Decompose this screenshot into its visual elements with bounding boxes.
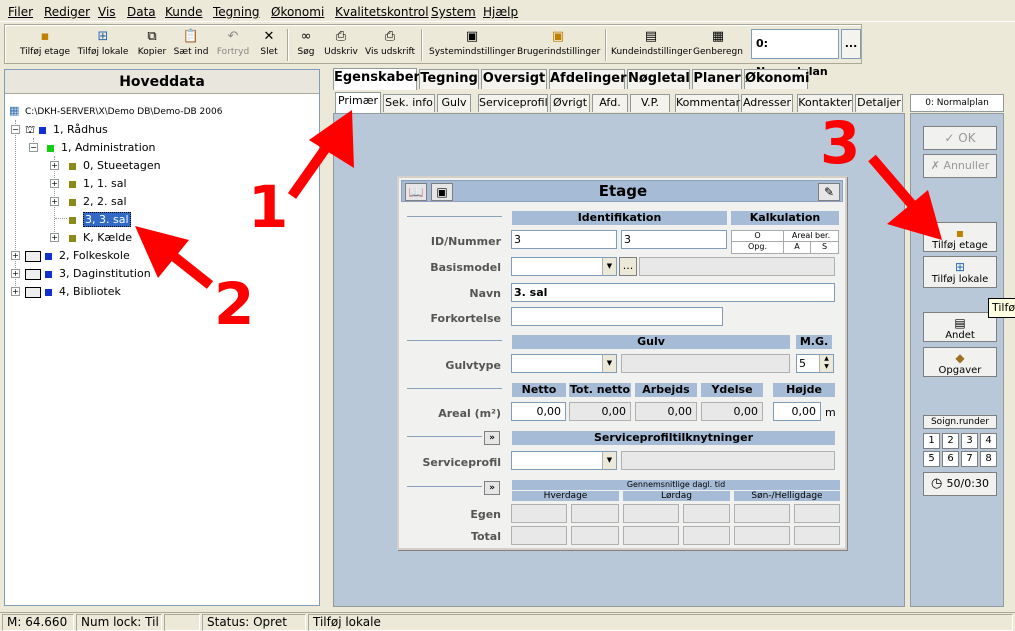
arrow-2-head xyxy=(135,226,189,278)
annotation-arrows xyxy=(135,110,942,289)
annotation-number-1: 1 xyxy=(248,173,289,241)
annotation-number-2: 2 xyxy=(214,270,255,338)
annotation-number-3: 3 xyxy=(820,109,861,177)
arrow-3-head xyxy=(887,190,942,240)
